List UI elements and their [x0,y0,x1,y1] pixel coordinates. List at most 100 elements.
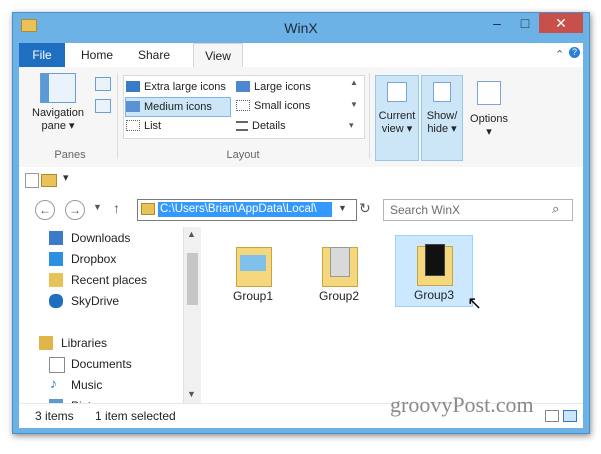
nav-item-music[interactable]: Music [71,375,102,395]
options-icon [477,81,501,105]
scroll-down-icon[interactable]: ▼ [187,389,196,399]
layout-medium-icons[interactable]: Medium icons [125,97,231,117]
properties-icon[interactable] [25,173,39,188]
show-hide-icon [433,82,451,102]
selection-count: 1 item selected [95,409,176,423]
navigation-pane: Downloads Dropbox Recent places SkyDrive… [19,227,201,403]
scrollbar-thumb[interactable] [187,253,198,305]
libraries-icon [39,336,53,350]
large-icons-icon [236,81,250,92]
navigation-pane-icon [40,73,76,103]
medium-icons-icon [126,101,140,112]
preview-pane-icon[interactable] [95,77,111,91]
address-row: ← → ▼ ↑ C:\Users\Brian\AppData\Local\ ▼ … [19,193,583,227]
navigation-pane-label: Navigation pane ▾ [32,107,84,132]
folder-item-selected[interactable]: Group3 [395,235,473,307]
refresh-icon[interactable]: ↻ [359,200,371,217]
skydrive-icon [49,294,63,308]
ribbon: Navigation pane ▾ Panes Extra large icon… [19,67,583,168]
ribbon-tabs: File Home Share View ⌃ ? [19,43,583,68]
documents-icon [49,357,65,373]
gallery-down-icon[interactable]: ▼ [350,100,358,109]
folder-icon [322,241,358,287]
search-icon[interactable]: ⌕ [552,201,559,217]
file-list: Group1 Group2 Group3 ↖ [201,227,583,403]
options-label: Options ▾ [470,113,508,138]
folder-name: Group3 [413,288,455,302]
new-folder-icon[interactable] [41,174,57,187]
layout-group-label: Layout [226,149,260,161]
details-pane-icon[interactable] [95,99,111,113]
show-hide-label: Show/ hide ▾ [426,110,458,135]
folder-icon [236,241,272,287]
nav-scrollbar[interactable]: ▲ ▼ [183,227,201,403]
tab-home[interactable]: Home [71,43,123,67]
mouse-cursor-icon: ↖ [467,293,483,313]
watermark: groovyPost.com [390,392,534,417]
nav-item-documents[interactable]: Documents [71,354,132,374]
options-button[interactable]: Options ▾ [465,75,513,159]
gallery-up-icon[interactable]: ▲ [350,78,358,87]
address-dropdown-icon[interactable]: ▼ [338,203,347,213]
navigation-pane-button[interactable]: Navigation pane ▾ [27,73,89,139]
nav-item-downloads[interactable]: Downloads [71,228,130,248]
title-bar[interactable]: WinX – □ ✕ [13,13,589,43]
nav-item-pictures[interactable]: Pictures [71,396,114,403]
close-button[interactable]: ✕ [539,13,583,33]
nav-item-dropbox[interactable]: Dropbox [71,249,116,269]
details-view-icon[interactable] [545,410,559,422]
show-hide-button[interactable]: Show/ hide ▾ [421,75,463,161]
large-icons-view-icon[interactable] [563,410,577,422]
extra-large-icons-icon [126,81,140,92]
downloads-icon [49,231,63,245]
dropbox-icon [49,252,63,266]
customize-toolbar-icon[interactable]: ▾ [63,171,69,184]
layout-gallery: Extra large icons Large icons Medium ico… [123,75,365,139]
layout-details[interactable]: Details [236,117,286,135]
scroll-up-icon[interactable]: ▲ [187,229,196,239]
forward-button[interactable]: → [65,200,85,220]
layout-list[interactable]: List [126,117,161,135]
tab-share[interactable]: Share [129,43,179,67]
nav-item-recent-places[interactable]: Recent places [71,270,147,290]
address-bar[interactable]: C:\Users\Brian\AppData\Local\ ▼ [137,199,357,221]
ribbon-divider [369,73,370,159]
folder-name: Group2 [318,289,360,303]
folder-icon [417,240,453,286]
back-button[interactable]: ← [35,200,55,220]
layout-large-icons[interactable]: Large icons [236,78,311,96]
tab-file[interactable]: File [19,43,65,67]
window-client: File Home Share View ⌃ ? Navigation pane… [19,43,583,428]
list-icon [126,120,140,131]
ribbon-divider [117,73,118,159]
chevron-up-icon[interactable]: ⌃ [555,48,564,61]
panes-group-label: Panes [54,149,86,161]
recent-places-icon [49,273,63,287]
nav-item-libraries[interactable]: Libraries [61,333,107,353]
current-view-button[interactable]: Current view ▾ [375,75,419,161]
address-path[interactable]: C:\Users\Brian\AppData\Local\ [158,202,332,217]
recent-locations-icon[interactable]: ▼ [93,202,102,212]
search-input[interactable]: Search WinX [390,203,460,217]
tab-view[interactable]: View [193,43,243,68]
current-view-label: Current view ▾ [378,110,416,135]
minimize-button[interactable]: – [483,13,511,33]
gallery-more-icon[interactable]: ▾ [349,120,354,131]
folder-item[interactable]: Group2 [307,237,371,305]
maximize-button[interactable]: □ [511,13,539,33]
layout-extra-large-icons[interactable]: Extra large icons [126,78,226,96]
nav-item-skydrive[interactable]: SkyDrive [71,291,119,311]
up-button[interactable]: ↑ [113,200,120,216]
folder-item[interactable]: Group1 [221,237,285,305]
layout-small-icons[interactable]: Small icons [236,97,310,115]
details-icon [236,121,248,131]
quick-access-toolbar: ▾ [19,167,583,194]
folder-name: Group1 [232,289,274,303]
search-box[interactable]: Search WinX ⌕ [383,199,573,221]
item-count: 3 items [35,409,74,423]
music-icon: ♪ [50,375,57,391]
folder-icon [141,203,155,215]
small-icons-icon [236,100,250,111]
help-icon[interactable]: ? [569,47,580,58]
explorer-window: WinX – □ ✕ File Home Share View ⌃ ? Navi… [12,12,590,434]
